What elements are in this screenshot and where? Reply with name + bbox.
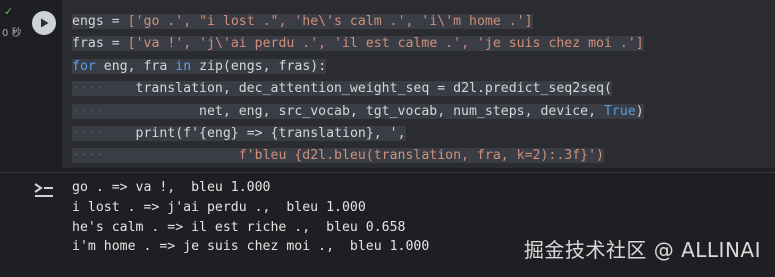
play-icon xyxy=(41,18,49,28)
run-cell-button[interactable] xyxy=(32,11,56,35)
cell-output: go . => va !, bleu 1.000 i lost . => j'a… xyxy=(72,178,429,257)
code-line-3: for eng, fra in zip(engs, fras): xyxy=(72,58,327,74)
check-icon: ✓ xyxy=(4,5,14,18)
output-line: go . => va !, bleu 1.000 xyxy=(72,180,271,195)
cell-gutter: ✓ 0 秒 xyxy=(0,0,62,172)
code-block: engs = ['go .', "i lost .", 'he\'s calm … xyxy=(72,11,644,168)
code-line-5: ···· net, eng, src_vocab, tgt_vocab, num… xyxy=(72,103,644,119)
code-editor[interactable]: engs = ['go .', "i lost .", 'he\'s calm … xyxy=(62,0,775,168)
output-line: i'm home . => je suis chez moi ., bleu 1… xyxy=(72,239,430,255)
execution-time: 0 秒 xyxy=(2,28,22,39)
code-line-4: ···· translation, dec_attention_weight_s… xyxy=(72,81,612,97)
code-line-2: fras = ['va !', 'j\'ai perdu .', 'il est… xyxy=(72,36,644,52)
code-line-6: ···· print(f'{eng} => {translation}, ', xyxy=(72,126,406,142)
output-line: i lost . => j'ai perdu ., bleu 1.000 xyxy=(72,199,366,215)
code-line-7: ···· f'bleu {d2l.bleu(translation, fra, … xyxy=(72,148,604,164)
cell-divider xyxy=(0,172,775,173)
output-expand-icon[interactable] xyxy=(33,181,55,199)
code-line-1: engs = ['go .', "i lost .", 'he\'s calm … xyxy=(72,14,533,29)
watermark: 掘金技术社区 @ ALLINAI xyxy=(523,238,761,262)
output-line: he's calm . => il est riche ., bleu 0.65… xyxy=(72,219,406,235)
